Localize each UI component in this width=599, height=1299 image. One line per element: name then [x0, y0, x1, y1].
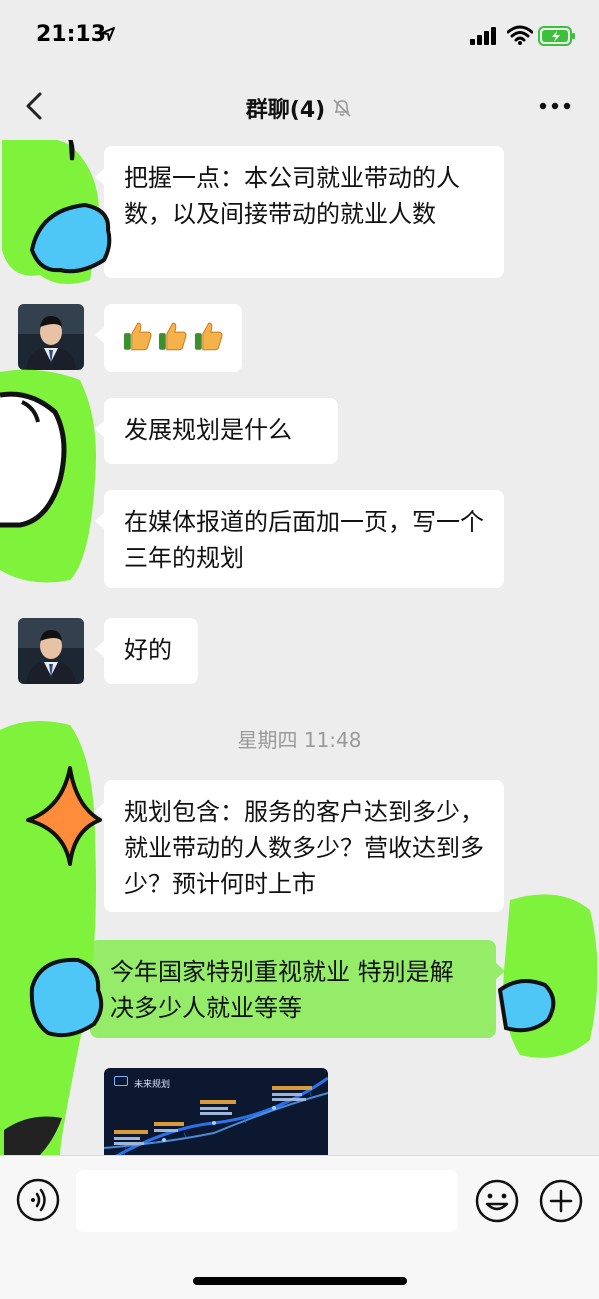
- message-input[interactable]: [76, 1170, 458, 1232]
- message-bubble[interactable]: 规划包含：服务的客户达到多少，就业带动的人数多少？营收达到多少？预计何时上市: [95, 780, 504, 912]
- timestamp: 星期四 11:48: [237, 728, 362, 752]
- wifi-icon: [506, 25, 534, 49]
- chat-title-text: 群聊(4): [245, 98, 326, 123]
- home-indicator[interactable]: [193, 1277, 407, 1285]
- more-actions-button[interactable]: [538, 1178, 584, 1224]
- voice-icon: [16, 1178, 60, 1222]
- message-text: 把握一点：本公司就业带动的人数，以及间接带动的就业人数: [124, 164, 460, 228]
- plus-icon: [539, 1179, 583, 1223]
- message-bubble-sent[interactable]: 今年国家特别重视就业 特别是解决多少人就业等等: [90, 940, 505, 1038]
- message-bubble[interactable]: 把握一点：本公司就业带动的人数，以及间接带动的就业人数: [95, 146, 504, 278]
- status-time: 21:13: [36, 22, 107, 47]
- dna-helix-graphic: [104, 1076, 328, 1155]
- chat-area[interactable]: 把握一点：本公司就业带动的人数，以及间接带动的就业人数 发展规划是什么 在媒体报…: [0, 140, 599, 1155]
- message-bubble[interactable]: 发展规划是什么: [95, 398, 338, 464]
- emoji-button[interactable]: [474, 1178, 520, 1224]
- image-message[interactable]: 未来规划: [104, 1068, 328, 1155]
- message-bubble[interactable]: 在媒体报道的后面加一页，写一个三年的规划: [95, 490, 504, 588]
- thumbs-up-icon: [123, 322, 152, 351]
- avatar[interactable]: [18, 304, 84, 370]
- avatar[interactable]: [18, 618, 84, 684]
- ellipsis-icon: [539, 102, 571, 110]
- more-options-button[interactable]: [536, 94, 576, 118]
- message-text: 今年国家特别重视就业 特别是解决多少人就业等等: [110, 958, 454, 1022]
- thumbs-up-icon: [194, 322, 223, 351]
- message-bubble[interactable]: 好的: [95, 618, 198, 684]
- signal-icon: [470, 27, 498, 49]
- nav-bar: 群聊(4): [0, 72, 599, 140]
- message-text: 规划包含：服务的客户达到多少，就业带动的人数多少？营收达到多少？预计何时上市: [124, 798, 484, 898]
- message-text: 在媒体报道的后面加一页，写一个三年的规划: [124, 508, 484, 572]
- message-text: 好的: [124, 636, 172, 664]
- message-text: 发展规划是什么: [124, 416, 292, 444]
- battery-icon: [538, 26, 576, 50]
- message-bubble[interactable]: [95, 304, 242, 372]
- mute-bell-icon: [333, 99, 351, 117]
- thumbs-up-icon: [159, 322, 187, 351]
- chat-title: 群聊(4): [0, 92, 599, 124]
- thumbs-up-row: [122, 316, 224, 356]
- status-bar: 21:13: [0, 0, 599, 72]
- voice-input-button[interactable]: [16, 1178, 60, 1222]
- location-arrow-icon: [100, 26, 116, 46]
- smiley-icon: [475, 1179, 519, 1223]
